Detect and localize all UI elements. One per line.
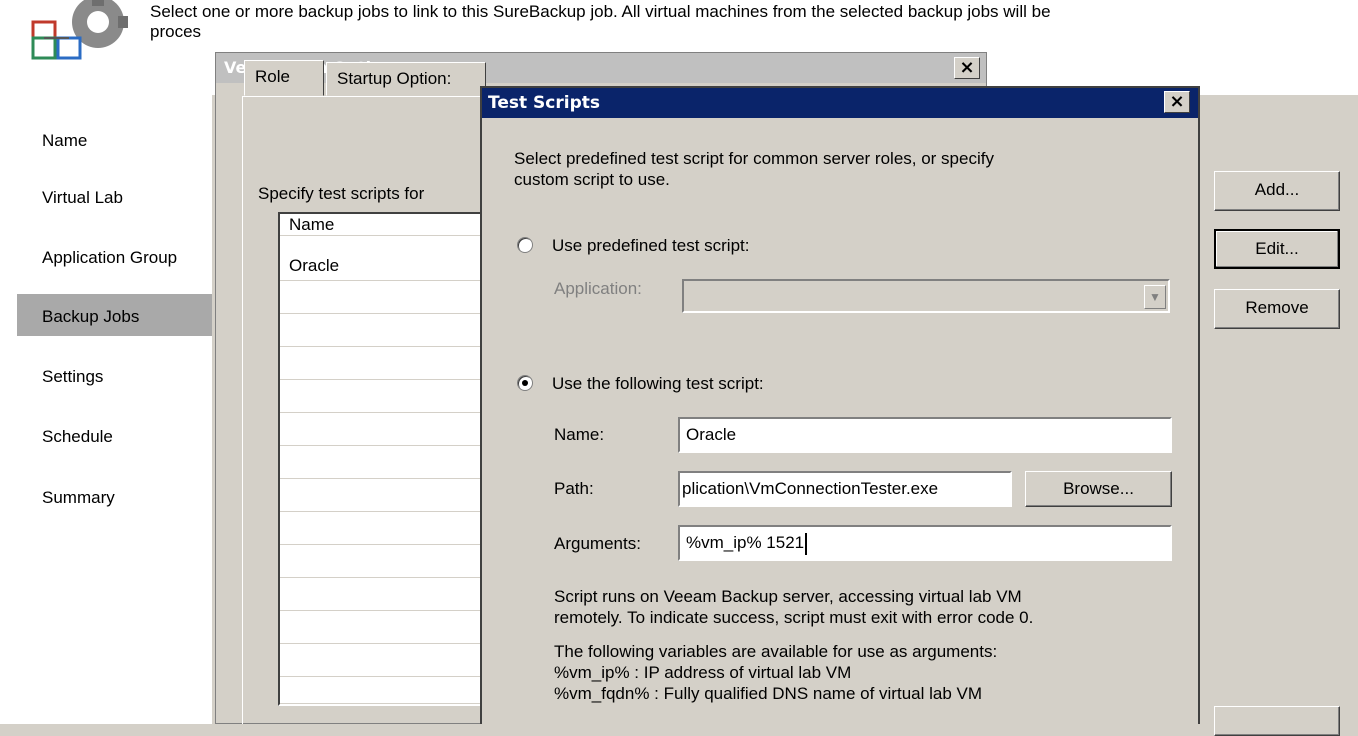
header-description: Select one or more backup jobs to link t…: [150, 2, 1350, 42]
advanced-button[interactable]: [1214, 706, 1340, 736]
test-scripts-instruction: Specify test scripts for: [258, 184, 425, 203]
add-button[interactable]: Add...: [1214, 171, 1340, 211]
list-item: [280, 281, 486, 314]
arguments-label: Arguments:: [554, 534, 641, 553]
nav-item-backup-jobs[interactable]: Backup Jobs: [42, 307, 139, 327]
test-scripts-title-bar: Test Scripts: [482, 88, 1198, 118]
script-name-input[interactable]: Oracle: [678, 417, 1172, 453]
list-item: [280, 314, 486, 347]
list-column-header-name: Name: [289, 215, 335, 234]
predefined-script-radio[interactable]: [517, 237, 533, 253]
list-item: [280, 512, 486, 545]
header-description-line2: proces: [150, 22, 202, 41]
list-item: [280, 347, 486, 380]
nav-item-schedule[interactable]: Schedule: [42, 427, 113, 447]
test-scripts-dialog: Test Scripts × Select predefined test sc…: [480, 86, 1200, 724]
list-item: [280, 611, 486, 644]
predefined-script-label[interactable]: Use predefined test script:: [552, 235, 749, 256]
intro-text-line1: Select predefined test script for common…: [514, 149, 994, 168]
variables-line1: The following variables are available fo…: [554, 642, 998, 661]
radio-selected-dot: [522, 380, 528, 386]
script-path-input[interactable]: plication\VmConnectionTester.exe: [678, 471, 1012, 507]
list-item: [280, 479, 486, 512]
browse-button[interactable]: Browse...: [1025, 471, 1172, 507]
name-label: Name:: [554, 425, 605, 444]
tab-startup-options[interactable]: Startup Option:: [326, 62, 486, 96]
nav-item-name[interactable]: Name: [42, 131, 87, 151]
header-description-line1: Select one or more backup jobs to link t…: [150, 2, 1051, 21]
verification-options-close-button[interactable]: ×: [954, 57, 980, 79]
test-scripts-list[interactable]: Name Oracle: [278, 212, 488, 706]
script-arguments-input[interactable]: %vm_ip% 1521: [678, 525, 1172, 561]
list-item[interactable]: Oracle: [280, 237, 486, 281]
note-line2: remotely. To indicate success, script mu…: [554, 608, 1034, 627]
list-item-oracle: Oracle: [289, 256, 340, 275]
nav-item-virtual-lab[interactable]: Virtual Lab: [42, 188, 123, 208]
test-scripts-close-button[interactable]: ×: [1164, 91, 1190, 113]
edit-button[interactable]: Edit...: [1214, 229, 1340, 269]
variables-line3: %vm_fqdn% : Fully qualified DNS name of …: [554, 684, 983, 703]
list-item: [280, 413, 486, 446]
nav-item-summary[interactable]: Summary: [42, 488, 115, 508]
nav-item-settings[interactable]: Settings: [42, 367, 103, 387]
text-caret: [805, 532, 808, 555]
custom-script-radio[interactable]: [517, 375, 533, 391]
list-item: [280, 380, 486, 413]
tab-role[interactable]: Role: [244, 60, 324, 96]
note-line1: Script runs on Veeam Backup server, acce…: [554, 587, 1022, 606]
list-column-header[interactable]: Name: [280, 214, 486, 236]
test-scripts-title: Test Scripts: [488, 93, 600, 113]
list-item: [280, 677, 486, 704]
application-label: Application:: [554, 279, 642, 298]
chevron-down-icon: ▼: [1144, 285, 1166, 309]
list-item: [280, 446, 486, 479]
application-select: ▼: [682, 279, 1170, 313]
list-item: [280, 545, 486, 578]
custom-script-label[interactable]: Use the following test script:: [552, 373, 764, 394]
nav-item-application-group[interactable]: Application Group: [42, 248, 177, 268]
remove-button[interactable]: Remove: [1214, 289, 1340, 329]
gear-icon: [31, 0, 128, 60]
list-item: [280, 644, 486, 677]
list-item: [280, 578, 486, 611]
path-label: Path:: [554, 479, 594, 498]
intro-text-line2: custom script to use.: [514, 170, 670, 189]
script-arguments-value: %vm_ip% 1521: [686, 533, 805, 552]
variables-line2: %vm_ip% : IP address of virtual lab VM: [554, 663, 852, 682]
